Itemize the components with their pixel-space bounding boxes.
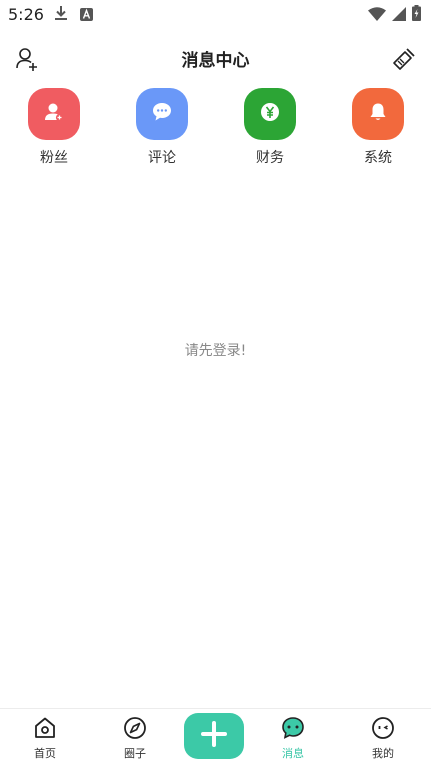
status-time: 5:26 xyxy=(8,5,44,24)
message-center-screen: 5:26 消息中心 粉丝 评论 财务 系统 请先登录! 首页 圈子 消息 我的 xyxy=(0,0,431,766)
category-comments-tile xyxy=(136,88,188,140)
nav-item-mine[interactable]: 我的 xyxy=(353,715,413,761)
download-icon xyxy=(54,5,68,25)
category-comments-label: 评论 xyxy=(148,150,176,166)
user-plus-icon xyxy=(43,101,65,127)
keyboard-a-icon xyxy=(80,6,93,25)
signal-icon xyxy=(392,6,406,25)
category-system[interactable]: 系统 xyxy=(343,88,413,167)
page-title: 消息中心 xyxy=(181,51,250,71)
category-finance-label: 财务 xyxy=(256,150,284,166)
category-finance-tile xyxy=(244,88,296,140)
nav-item-circle-label: 圈子 xyxy=(124,747,146,760)
plus-icon xyxy=(200,720,228,752)
category-finance[interactable]: 财务 xyxy=(235,88,305,167)
category-fans[interactable]: 粉丝 xyxy=(19,88,89,167)
wifi-icon xyxy=(368,6,386,25)
status-left-icons xyxy=(54,5,93,25)
nav-item-home[interactable]: 首页 xyxy=(15,715,75,761)
login-prompt: 请先登录! xyxy=(184,343,247,359)
broom-icon xyxy=(391,48,417,76)
category-fans-label: 粉丝 xyxy=(40,150,68,166)
nav-item-messages[interactable]: 消息 xyxy=(263,715,323,761)
category-fans-tile xyxy=(28,88,80,140)
status-bar: 5:26 xyxy=(0,0,431,30)
chat-bubble-icon xyxy=(151,101,173,127)
category-comments[interactable]: 评论 xyxy=(127,88,197,167)
category-system-tile xyxy=(352,88,404,140)
message-categories: 粉丝 评论 财务 系统 xyxy=(0,88,431,168)
bell-icon xyxy=(367,101,389,127)
yen-coin-icon xyxy=(259,101,281,127)
nav-item-circle[interactable]: 圈子 xyxy=(105,715,165,761)
battery-charging-icon xyxy=(412,5,421,25)
compass-icon xyxy=(122,715,148,741)
message-icon xyxy=(280,715,306,741)
nav-item-mine-label: 我的 xyxy=(372,747,394,760)
profile-face-icon xyxy=(370,715,396,741)
clear-messages-button[interactable] xyxy=(391,46,417,72)
home-icon xyxy=(32,715,58,741)
status-right-icons xyxy=(368,5,421,25)
header: 消息中心 xyxy=(0,40,431,76)
nav-item-home-label: 首页 xyxy=(34,747,56,760)
nav-item-messages-label: 消息 xyxy=(282,747,304,760)
publish-button[interactable] xyxy=(184,713,244,759)
category-system-label: 系统 xyxy=(364,150,392,166)
